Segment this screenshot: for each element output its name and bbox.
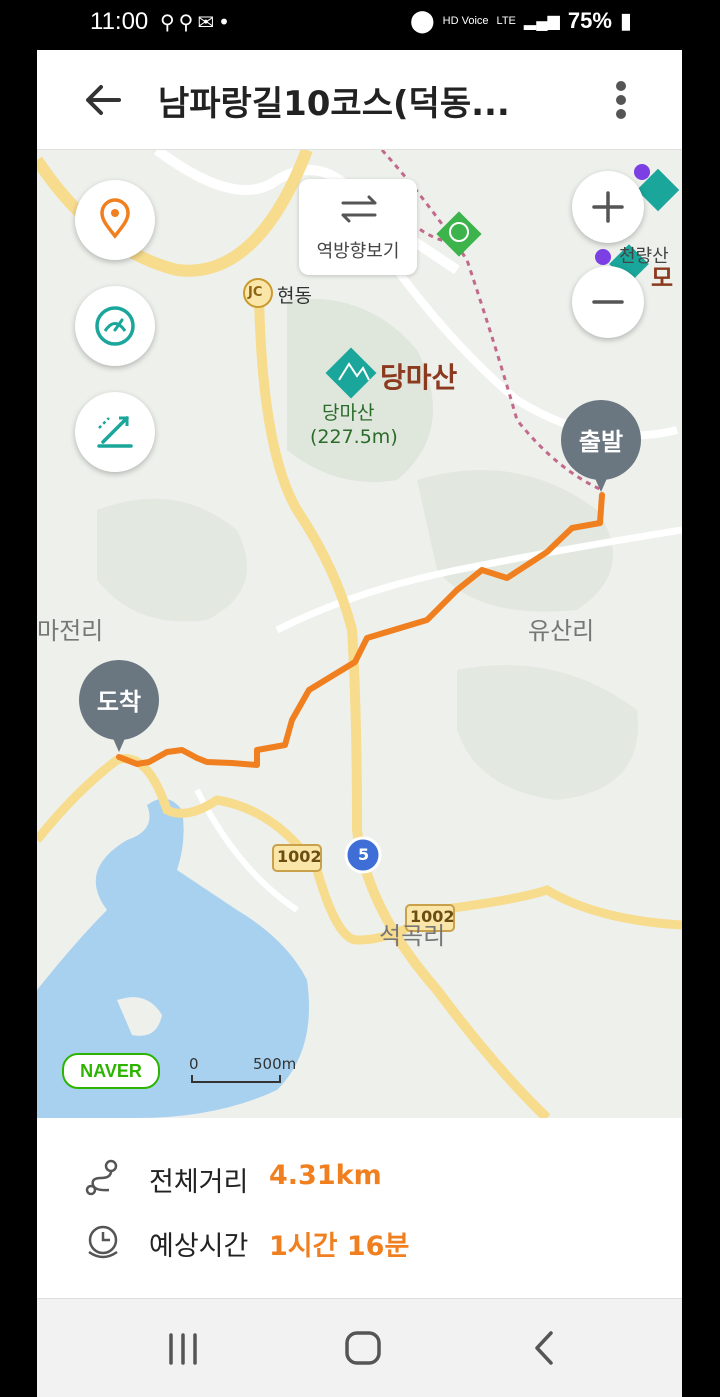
route-1002-label: 1002 (277, 847, 322, 866)
app-window: 남파랑길10코스(덕동... JC 현동 당마산 당마산 (227.5m) 마전… (37, 50, 682, 1397)
village-west-label: 마전리 (37, 617, 104, 645)
back-button[interactable] (81, 78, 125, 122)
minus-icon (592, 300, 624, 304)
notification-icons: ⚲⚲✉• (160, 10, 234, 34)
home-button[interactable] (333, 1323, 393, 1373)
naver-logo: NAVER (62, 1053, 160, 1089)
battery-icon: ▮ (619, 8, 632, 33)
village-east-label: 유산리 (528, 617, 595, 645)
time-value: 1시간 16분 (269, 1231, 410, 1262)
distance-row: 전체거리 4.31km (37, 1152, 682, 1202)
clock-icon (88, 1225, 118, 1259)
gauge-icon (95, 306, 135, 346)
system-back-button[interactable] (513, 1323, 573, 1373)
swap-arrows-icon (341, 195, 377, 223)
start-marker-label: 출발 (578, 428, 624, 456)
slope-icon (97, 416, 133, 448)
status-right: ⬤ HD Voice LTE ▂▄▆ 75% ▮ (410, 8, 632, 34)
mountain-ne-label-2: 모 (651, 264, 674, 292)
reverse-direction-label: 역방향보기 (316, 241, 400, 262)
zoom-out-button[interactable] (572, 266, 644, 338)
lte-indicator: LTE (496, 14, 516, 27)
course-info-panel: 전체거리 4.31km 예상시간 1시간 16분 (37, 1118, 682, 1298)
start-marker[interactable]: 출발 (561, 400, 641, 500)
plus-icon (592, 191, 624, 223)
location-pin-icon (100, 198, 130, 239)
scale-end-label: 500m (253, 1055, 297, 1073)
system-nav-bar (37, 1298, 682, 1397)
arrow-left-icon (86, 85, 121, 115)
status-time: 11:00 (90, 8, 149, 35)
scale-bar (191, 1075, 281, 1083)
map-scale: 0 500m (187, 1055, 317, 1085)
time-label: 예상시간 (149, 1231, 249, 1262)
route-5-label: 5 (358, 845, 370, 864)
more-options-button[interactable] (605, 76, 637, 124)
distance-value: 4.31km (269, 1160, 382, 1191)
status-bar: 11:00 ⚲⚲✉• ⬤ HD Voice LTE ▂▄▆ 75% ▮ (0, 0, 720, 50)
dot-icon: • (218, 10, 234, 34)
time-row: 예상시간 1시간 16분 (37, 1216, 682, 1266)
end-marker[interactable]: 도착 (79, 660, 159, 760)
mountain-name-label: 당마산 (322, 402, 375, 424)
route-1002-label: 1002 (410, 907, 455, 926)
zoom-in-button[interactable] (572, 171, 644, 243)
junction-label: 현동 (277, 285, 312, 307)
reverse-direction-button[interactable]: 역방향보기 (299, 179, 417, 275)
scale-start-label: 0 (189, 1055, 199, 1073)
battery-percent: 75% (567, 8, 612, 33)
hd-voice-indicator: HD Voice (442, 14, 489, 27)
elevation-button[interactable] (75, 392, 155, 472)
end-marker-label: 도착 (96, 688, 142, 716)
link-icon: ⚲ (178, 10, 198, 34)
mountain-height-label: (227.5m) (310, 426, 398, 448)
junction-badge-label: JC (248, 285, 263, 300)
recent-apps-icon (169, 1333, 197, 1365)
signal-icon: ▂▄▆ (523, 13, 560, 30)
chevron-left-icon (535, 1331, 553, 1365)
mountain-title-label: 당마산 (380, 361, 458, 394)
recent-apps-button[interactable] (153, 1323, 213, 1373)
distance-label: 전체거리 (149, 1167, 249, 1198)
more-vertical-icon (616, 81, 626, 119)
map-view[interactable]: JC 현동 당마산 당마산 (227.5m) 마전리 유산리 석곡리 천량산 모… (37, 150, 682, 1118)
route-icon (85, 1159, 118, 1196)
link-icon: ⚲ (160, 10, 179, 34)
my-location-button[interactable] (75, 180, 155, 260)
top-app-bar: 남파랑길10코스(덕동... (37, 50, 682, 150)
mail-icon: ✉ (197, 10, 219, 34)
page-title: 남파랑길10코스(덕동... (158, 84, 510, 124)
location-icon: ⬤ (410, 8, 435, 33)
home-icon (345, 1331, 381, 1365)
compass-button[interactable] (75, 286, 155, 366)
poi-dot (595, 249, 611, 265)
